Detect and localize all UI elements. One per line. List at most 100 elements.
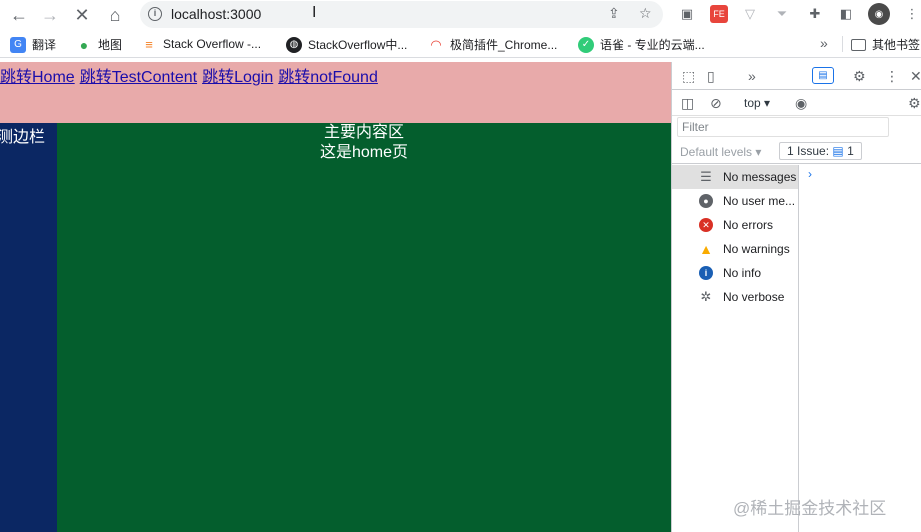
bookmark-label: Stack Overflow -... <box>163 37 262 51</box>
menu-kebab-icon[interactable]: ⋮ <box>903 5 921 23</box>
extension-icon[interactable]: ▣ <box>678 5 696 23</box>
sidebar-text: 测边栏 <box>0 129 46 146</box>
bookmark-item[interactable]: G 翻译 <box>10 36 56 53</box>
link-login[interactable]: 跳转Login <box>202 69 273 86</box>
sidebar-item-label: No messages <box>723 170 797 184</box>
context-label: top <box>744 96 761 110</box>
text-cursor-icon: I <box>312 4 317 21</box>
web-page: 跳转Home 跳转TestContent 跳转Login 跳转notFound 测边栏… <box>0 62 671 532</box>
console-sidebar: ☰ No messages ● No user me... ✕ No error… <box>672 165 799 532</box>
warning-icon: ▲ <box>699 241 713 257</box>
sidebar-item-label: No user me... <box>723 194 796 208</box>
puzzle-extensions-icon[interactable]: ✚ <box>806 5 824 23</box>
profile-avatar-icon[interactable]: ◉ <box>868 3 890 25</box>
list-icon: ☰ <box>700 169 712 184</box>
console-filter-input[interactable]: Filter <box>677 117 889 137</box>
stackoverflow-icon: ≡ <box>145 36 153 52</box>
other-bookmarks-folder[interactable]: 其他书签 <box>851 36 920 53</box>
sidebar-item-label: No verbose <box>723 290 785 304</box>
sidebar-item-errors[interactable]: ✕ No errors <box>672 213 798 237</box>
bookmark-item[interactable]: ● 地图 <box>76 36 122 53</box>
console-levels-row: Default levels ▾ 1 Issue: ▤ 1 <box>672 140 921 164</box>
error-icon: ✕ <box>699 218 713 232</box>
vue-extension-icon[interactable]: ▽ <box>741 5 759 23</box>
issue-message-icon: ▤ <box>832 144 844 158</box>
more-tabs-icon[interactable]: » <box>748 68 756 84</box>
bookmark-star-icon[interactable]: ☆ <box>639 5 652 22</box>
fe-extension-icon[interactable]: FE <box>710 5 728 23</box>
back-arrow-icon[interactable]: ← <box>7 3 31 27</box>
issues-count: 1 <box>847 144 854 158</box>
close-devtools-icon[interactable]: ✕ <box>910 68 921 85</box>
main-subtitle: 这是home页 <box>319 144 409 161</box>
inspect-element-icon[interactable]: ⬚ <box>682 68 695 85</box>
issues-button[interactable]: 1 Issue: ▤ 1 <box>779 142 862 160</box>
bookmarks-bar: G 翻译 ● 地图 ≡ Stack Overflow -... ◍ StackO… <box>0 30 921 58</box>
page-sidebar: 测边栏 <box>0 123 57 532</box>
main-content: 主要内容区 这是home页 <box>57 123 671 532</box>
side-panel-icon[interactable]: ◧ <box>837 5 855 23</box>
sidebar-item-messages[interactable]: ☰ No messages <box>672 165 798 189</box>
user-icon: ● <box>699 194 713 208</box>
sidebar-item-label: No info <box>723 266 762 280</box>
rainbow-icon: ◠ <box>430 36 442 52</box>
console-prompt-chevron-icon[interactable]: › <box>808 167 812 181</box>
home-icon[interactable]: ⌂ <box>103 3 127 27</box>
stop-loading-icon[interactable]: ✕ <box>70 3 94 27</box>
link-not-found[interactable]: 跳转notFound <box>278 69 378 86</box>
console-toolbar: ◫ ⊘ top ▾ ◉ ⚙ <box>672 91 921 116</box>
devtools-tabbar: ⬚ ▯ » ▤ ⚙ ⋮ ✕ <box>672 62 921 90</box>
bookmarks-divider <box>842 36 843 52</box>
clear-console-icon[interactable]: ⊘ <box>710 95 722 112</box>
bookmark-label: StackOverflow中... <box>308 38 408 52</box>
link-test-content[interactable]: 跳转TestContent <box>80 69 197 86</box>
sidebar-item-warnings[interactable]: ▲ No warnings <box>672 237 798 261</box>
link-home[interactable]: 跳转Home <box>0 69 75 86</box>
console-settings-icon[interactable]: ⚙ <box>908 95 921 112</box>
bookmark-label: 地图 <box>98 38 123 52</box>
globe-icon: ◍ <box>286 36 302 53</box>
sidebar-item-label: No warnings <box>723 242 790 256</box>
folder-icon <box>851 38 866 51</box>
devtools-panel: ⬚ ▯ » ▤ ⚙ ⋮ ✕ ◫ ⊘ top ▾ ◉ ⚙ Filter Defau… <box>671 62 921 532</box>
devtools-menu-icon[interactable]: ⋮ <box>885 68 899 85</box>
share-icon[interactable]: ⇪ <box>608 5 620 22</box>
main-title: 主要内容区 <box>323 124 404 141</box>
console-sidebar-toggle-icon[interactable]: ◫ <box>681 95 694 112</box>
sidebar-item-verbose[interactable]: ✲ No verbose <box>672 285 798 309</box>
site-info-icon[interactable]: i <box>148 7 162 21</box>
bookmark-item[interactable]: ◍ StackOverflow中... <box>286 36 407 53</box>
info-icon: i <box>699 266 713 280</box>
context-selector[interactable]: top ▾ <box>744 96 770 110</box>
browser-toolbar: ← → ✕ ⌂ i localhost:3000 I ⇪ ☆ ▣ FE ▽ ⏷ … <box>0 0 921 30</box>
address-bar[interactable]: i localhost:3000 I ⇪ ☆ <box>140 1 663 28</box>
url-text[interactable]: localhost:3000 <box>171 6 261 22</box>
device-toolbar-icon[interactable]: ▯ <box>707 68 715 85</box>
translate-icon: G <box>10 36 26 53</box>
default-levels-dropdown[interactable]: Default levels ▾ <box>680 145 761 159</box>
bookmarks-overflow-icon[interactable]: » <box>820 35 828 51</box>
live-expression-eye-icon[interactable]: ◉ <box>795 95 807 112</box>
nav-links: 跳转Home 跳转TestContent 跳转Login 跳转notFound <box>0 63 383 87</box>
watermark: @稀土掘金技术社区 <box>733 499 887 518</box>
yuque-icon: ✓ <box>578 36 594 53</box>
sidebar-item-label: No errors <box>723 218 774 232</box>
issues-label: 1 Issue: <box>787 144 830 158</box>
bookmark-item[interactable]: ≡ Stack Overflow -... <box>141 36 261 52</box>
sidebar-item-info[interactable]: i No info <box>672 261 798 285</box>
other-bookmarks-label: 其他书签 <box>872 38 921 52</box>
default-levels-label: Default levels <box>680 145 753 159</box>
messages-icon[interactable]: ▤ <box>812 67 834 84</box>
bookmark-item[interactable]: ✓ 语雀 - 专业的云端... <box>578 36 705 53</box>
forward-arrow-icon[interactable]: → <box>38 3 62 27</box>
bookmark-item[interactable]: ◠ 极简插件_Chrome... <box>428 36 557 53</box>
maps-pin-icon: ● <box>79 36 89 53</box>
settings-gear-icon[interactable]: ⚙ <box>853 68 866 85</box>
sidebar-item-user-messages[interactable]: ● No user me... <box>672 189 798 213</box>
bookmark-label: 语雀 - 专业的云端... <box>600 38 705 52</box>
bookmark-label: 翻译 <box>32 38 57 52</box>
page-header: 跳转Home 跳转TestContent 跳转Login 跳转notFound <box>0 62 671 123</box>
filter-extension-icon[interactable]: ⏷ <box>773 5 791 23</box>
bug-icon: ✲ <box>700 289 712 304</box>
bookmark-label: 极简插件_Chrome... <box>450 38 558 52</box>
